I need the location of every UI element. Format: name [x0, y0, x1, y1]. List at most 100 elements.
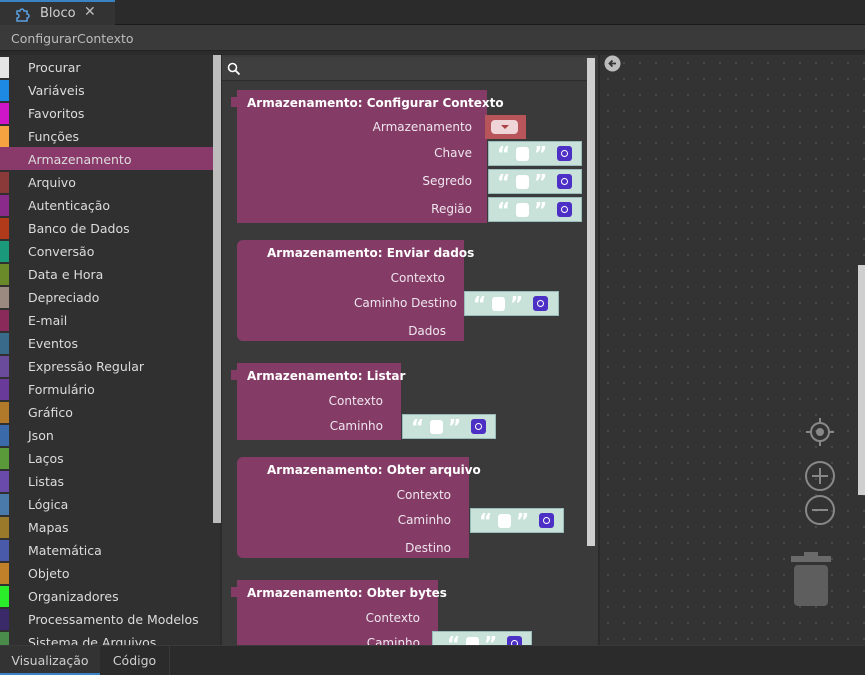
- category-color-swatch: [0, 586, 9, 607]
- category-label: Gráfico: [28, 405, 73, 420]
- gear-icon[interactable]: [471, 419, 486, 434]
- category-color-swatch: [0, 149, 9, 170]
- flyout-scrollbar[interactable]: [587, 58, 595, 546]
- input-label: Contexto: [328, 394, 383, 408]
- tab-codigo[interactable]: Código: [100, 646, 170, 675]
- category-color-swatch: [0, 471, 9, 492]
- category-item[interactable]: Gráfico: [0, 400, 220, 423]
- input-label: Região: [431, 202, 472, 216]
- category-color-swatch: [0, 517, 9, 538]
- category-item[interactable]: Expressão Regular: [0, 354, 220, 377]
- category-item[interactable]: E-mail: [0, 308, 220, 331]
- category-label: Objeto: [28, 566, 70, 581]
- bottom-tab-bar: Visualização Código: [0, 645, 865, 675]
- text-input[interactable]: [466, 637, 479, 645]
- category-item[interactable]: Eventos: [0, 331, 220, 354]
- category-color-swatch: [0, 103, 9, 124]
- category-sidebar: Procurar Variáveis Favoritos Funções Armazen…: [0, 55, 220, 645]
- string-field-chave[interactable]: “ ”: [488, 141, 582, 166]
- quote-close: ”: [534, 142, 548, 166]
- workspace-scrollbar[interactable]: [858, 265, 865, 495]
- category-color-swatch: [0, 448, 9, 469]
- category-item[interactable]: Sistema de Arquivos: [0, 630, 220, 645]
- block-title: Armazenamento: Obter arquivo: [267, 463, 481, 477]
- category-item[interactable]: Favoritos: [0, 101, 220, 124]
- input-label: Destino: [405, 541, 451, 555]
- target-icon[interactable]: [803, 415, 837, 449]
- category-item[interactable]: Conversão: [0, 239, 220, 262]
- category-item[interactable]: Lógica: [0, 492, 220, 515]
- quote-close: ”: [448, 415, 462, 439]
- text-input[interactable]: [492, 297, 505, 311]
- category-item[interactable]: Objeto: [0, 561, 220, 584]
- category-item[interactable]: Laços: [0, 446, 220, 469]
- string-field-caminho-destino[interactable]: “ ”: [464, 291, 559, 316]
- text-input[interactable]: [516, 147, 529, 161]
- gear-icon[interactable]: [557, 202, 572, 217]
- close-icon[interactable]: ✕: [84, 4, 96, 20]
- trash-icon[interactable]: [790, 552, 832, 608]
- input-label: Caminho: [366, 636, 420, 645]
- category-color-swatch: [0, 356, 9, 377]
- category-item[interactable]: Depreciado: [0, 285, 220, 308]
- quote-close: ”: [484, 632, 498, 645]
- input-label: Contexto: [390, 271, 445, 285]
- string-field-regiao[interactable]: “ ”: [488, 197, 582, 222]
- chevron-down-icon[interactable]: [491, 120, 518, 134]
- category-item[interactable]: Data e Hora: [0, 262, 220, 285]
- search-bar[interactable]: [222, 57, 592, 81]
- string-field-caminho-arquivo[interactable]: “ ”: [470, 508, 564, 533]
- text-input[interactable]: [516, 203, 529, 217]
- category-color-swatch: [0, 195, 9, 216]
- category-item[interactable]: Arquivo: [0, 170, 220, 193]
- string-field-caminho[interactable]: “ ”: [402, 414, 496, 439]
- category-item[interactable]: Processamento de Modelos: [0, 607, 220, 630]
- workspace-canvas[interactable]: [600, 55, 865, 645]
- category-item[interactable]: Organizadores: [0, 584, 220, 607]
- tab-bloco[interactable]: Bloco ✕: [0, 0, 115, 25]
- category-label: Data e Hora: [28, 267, 104, 282]
- zoom-out-icon[interactable]: [803, 493, 837, 527]
- category-item[interactable]: Matemática: [0, 538, 220, 561]
- text-input[interactable]: [430, 420, 443, 434]
- category-color-swatch: [0, 494, 9, 515]
- category-label: Depreciado: [28, 290, 100, 305]
- category-item[interactable]: Procurar: [0, 55, 220, 78]
- category-label: Json: [28, 428, 54, 443]
- gear-icon[interactable]: [539, 513, 554, 528]
- category-item[interactable]: Banco de Dados: [0, 216, 220, 239]
- category-item[interactable]: Formulário: [0, 377, 220, 400]
- string-field-segredo[interactable]: “ ”: [488, 169, 582, 194]
- category-item[interactable]: Mapas: [0, 515, 220, 538]
- search-icon[interactable]: [227, 62, 241, 76]
- text-input[interactable]: [516, 175, 529, 189]
- tab-visualizacao[interactable]: Visualização: [0, 646, 100, 675]
- back-arrow-icon[interactable]: [604, 55, 621, 72]
- quote-open: “: [497, 142, 511, 166]
- text-input[interactable]: [498, 514, 511, 528]
- input-label: Dados: [408, 324, 446, 338]
- category-label: Sistema de Arquivos: [28, 635, 157, 645]
- quote-open: “: [473, 292, 487, 316]
- category-item[interactable]: Variáveis: [0, 78, 220, 101]
- quote-open: “: [479, 509, 493, 533]
- gear-icon[interactable]: [533, 296, 548, 311]
- category-item[interactable]: Autenticação: [0, 193, 220, 216]
- sidebar-scrollbar[interactable]: [213, 55, 221, 523]
- category-item[interactable]: Funções: [0, 124, 220, 147]
- category-item[interactable]: Json: [0, 423, 220, 446]
- input-label: Caminho: [329, 419, 383, 433]
- block-connector: [231, 97, 239, 107]
- category-color-swatch: [0, 402, 9, 423]
- category-item[interactable]: Listas: [0, 469, 220, 492]
- gear-icon[interactable]: [507, 636, 522, 645]
- gear-icon[interactable]: [557, 174, 572, 189]
- zoom-in-icon[interactable]: [803, 459, 837, 493]
- category-color-swatch: [0, 310, 9, 331]
- storage-dropdown[interactable]: [485, 115, 526, 139]
- gear-icon[interactable]: [557, 146, 572, 161]
- category-color-swatch: [0, 379, 9, 400]
- string-field-caminho-bytes[interactable]: “ ”: [432, 631, 532, 645]
- category-color-swatch: [0, 333, 9, 354]
- category-item[interactable]: Armazenamento: [0, 147, 220, 170]
